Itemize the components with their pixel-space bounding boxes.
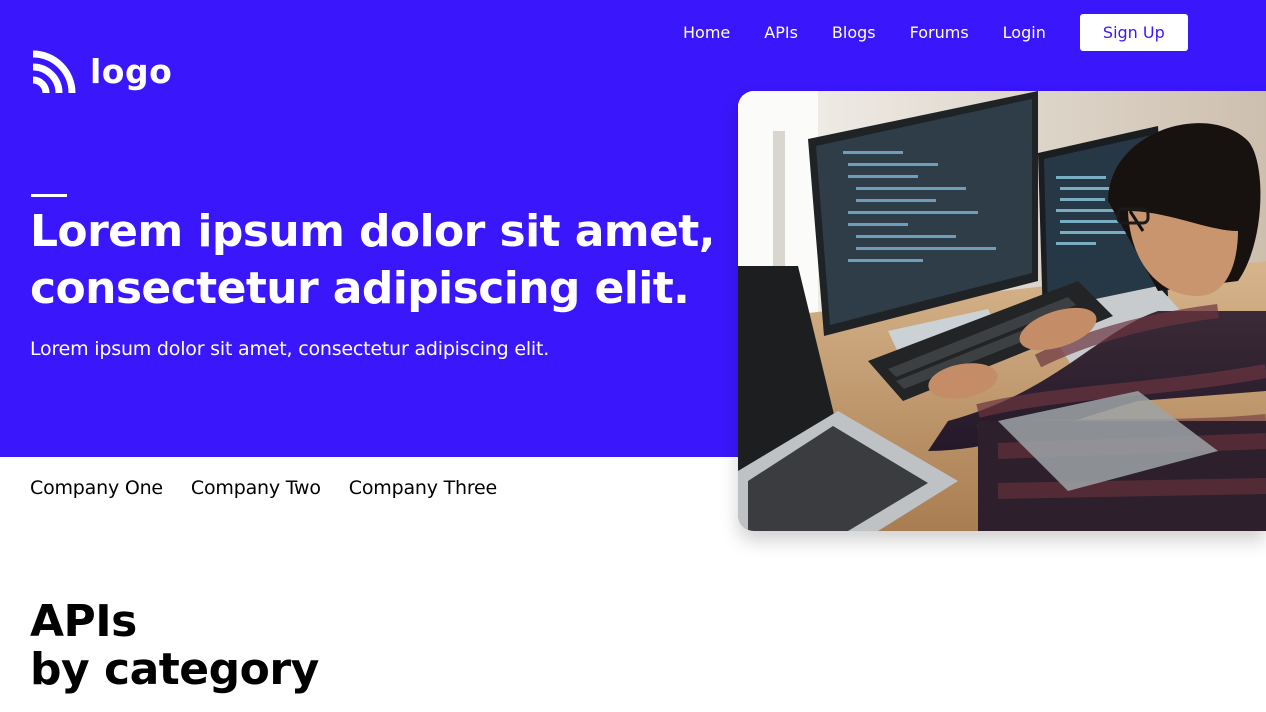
sign-up-button[interactable]: Sign Up [1079,14,1188,51]
hero-headline-line-1: Lorem ipsum dolor sit amet, [30,206,715,257]
hero-headline: Lorem ipsum dolor sit amet, consectetur … [30,203,730,317]
nav-blogs-link[interactable]: Blogs [815,14,893,51]
company-list: Company One Company Two Company Three [30,474,497,502]
main-nav: Home APIs Blogs Forums Login Sign Up [666,14,1188,51]
hero-subheadline: Lorem ipsum dolor sit amet, consectetur … [30,338,550,360]
company-name: Company Two [190,477,321,499]
section-title-line-2: by category [30,644,319,695]
company-name: Company Three [348,477,498,499]
landing-page: logo Home APIs Blogs Forums Login Sign U… [0,0,1266,712]
logo-text: logo [90,51,173,91]
company-name: Company One [30,477,163,499]
nav-login-link[interactable]: Login [986,14,1063,51]
nav-apis-link[interactable]: APIs [747,14,815,51]
nav-home-link[interactable]: Home [666,14,747,51]
nav-forums-link[interactable]: Forums [893,14,986,51]
developer-at-computer-photo [738,91,1266,531]
hero-headline-line-2: consectetur adipiscing elit. [30,263,690,314]
headline-accent-line [31,194,67,197]
section-title-line-1: APIs [30,596,137,647]
section-title: APIs by category [30,598,319,694]
wifi-signal-icon [30,50,76,96]
logo[interactable]: logo [30,50,172,96]
